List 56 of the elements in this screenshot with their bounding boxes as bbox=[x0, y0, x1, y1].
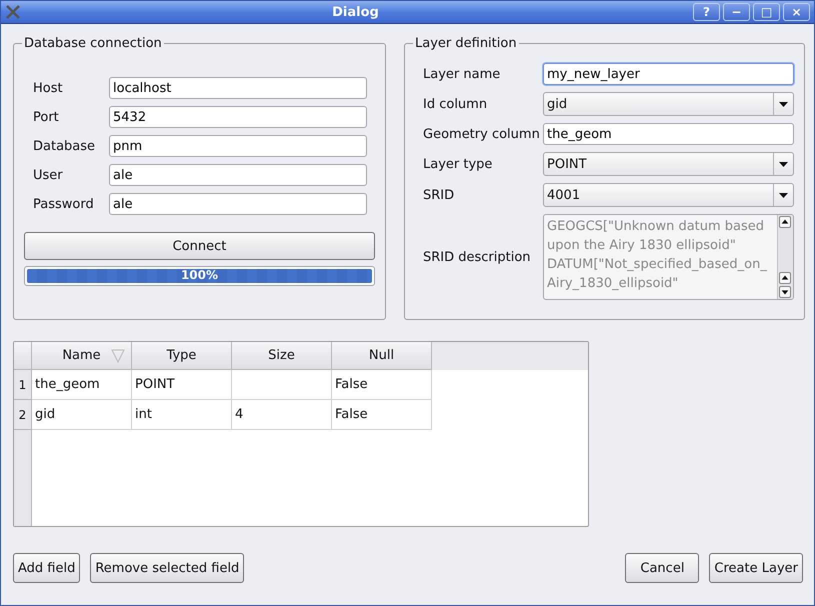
text-field[interactable]: 5432 bbox=[109, 106, 367, 128]
row-number: 1 bbox=[14, 370, 32, 400]
text-field[interactable]: ale bbox=[109, 164, 367, 186]
table-cell: int bbox=[132, 400, 232, 430]
text-field[interactable]: localhost bbox=[109, 77, 367, 99]
title-bar-button[interactable]: □ bbox=[753, 3, 780, 21]
column-header[interactable]: Type bbox=[132, 342, 232, 370]
scroll-up-icon[interactable] bbox=[779, 216, 791, 228]
text-field[interactable]: pnm bbox=[109, 135, 367, 157]
group-title: Database connection bbox=[23, 36, 163, 51]
field-label: User bbox=[33, 168, 64, 182]
field-label: Port bbox=[33, 110, 60, 124]
field-label: SRID description bbox=[423, 250, 532, 264]
text-field[interactable]: my_new_layer bbox=[543, 63, 794, 85]
dialog-button[interactable]: Cancel bbox=[625, 553, 700, 583]
sort-indicator-icon bbox=[111, 348, 125, 362]
window-title: Dialog bbox=[331, 4, 380, 20]
progress-reading: 100% bbox=[180, 268, 220, 282]
table-cell: False bbox=[332, 370, 432, 400]
dialog-button[interactable]: Remove selected field bbox=[90, 553, 244, 583]
table-cell: gid bbox=[32, 400, 132, 430]
scrollbar[interactable] bbox=[777, 215, 793, 299]
dialog-button[interactable]: Create Layer bbox=[709, 553, 803, 583]
dialog-button[interactable]: Add field bbox=[13, 553, 80, 583]
column-header[interactable]: Name bbox=[32, 342, 132, 370]
field-label: Host bbox=[33, 80, 64, 96]
table-cell: the_geom bbox=[32, 370, 132, 400]
dropdown-arrow-icon bbox=[779, 162, 788, 166]
dropdown[interactable]: 4001 bbox=[543, 183, 794, 207]
scroll-up-icon[interactable] bbox=[779, 272, 791, 284]
title-bar-button[interactable]: × bbox=[783, 3, 810, 21]
field-label: Password bbox=[33, 196, 95, 212]
x-logo-icon bbox=[5, 4, 21, 20]
table-cell: 4 bbox=[232, 400, 332, 430]
field-label: Geometry column bbox=[423, 126, 541, 142]
row-number: 2 bbox=[14, 400, 32, 430]
text-field[interactable]: the_geom bbox=[543, 123, 794, 145]
field-label: Id column bbox=[423, 96, 488, 112]
corner-header bbox=[14, 342, 32, 370]
dropdown-arrow-icon bbox=[779, 102, 788, 106]
dropdown[interactable]: gid bbox=[543, 92, 794, 116]
title-bar-button[interactable]: − bbox=[723, 3, 750, 21]
table-cell: POINT bbox=[132, 370, 232, 400]
connect-button[interactable]: Connect bbox=[24, 232, 375, 260]
column-header[interactable]: Null bbox=[332, 342, 432, 370]
field-label: SRID bbox=[423, 188, 456, 202]
text-field[interactable]: ale bbox=[109, 193, 367, 215]
field-label: Database bbox=[33, 138, 96, 154]
dropdown[interactable]: POINT bbox=[543, 152, 794, 176]
field-label: Layer name bbox=[423, 66, 502, 82]
dropdown-arrow-icon bbox=[779, 192, 788, 198]
scroll-down-icon[interactable] bbox=[779, 286, 791, 298]
field-label: Layer type bbox=[423, 156, 494, 172]
column-header[interactable]: Size bbox=[232, 342, 332, 370]
group-title: Layer definition bbox=[414, 36, 518, 51]
table-cell: False bbox=[332, 400, 432, 430]
